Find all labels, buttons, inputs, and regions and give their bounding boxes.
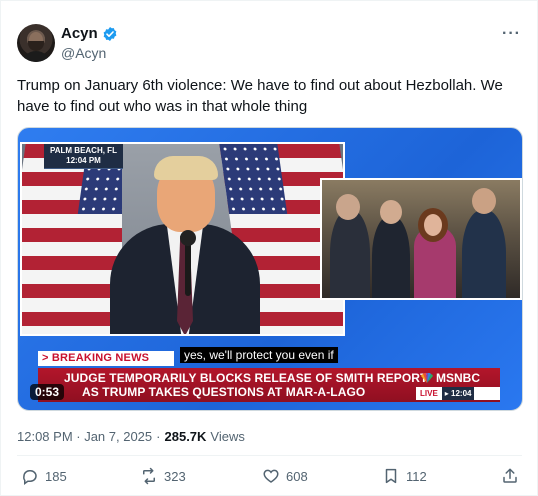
tweet-card: Acyn @Acyn ··· Trump on January 6th viol…: [0, 0, 538, 496]
network-logo: MSNBC: [420, 371, 480, 385]
reply-count: 185: [45, 468, 67, 484]
location-time: 12:04 PM: [66, 156, 101, 165]
peacock-icon: [421, 373, 433, 383]
secondary-video-frame: [320, 178, 522, 300]
repost-button[interactable]: 323: [140, 467, 186, 485]
bookmark-icon: [385, 468, 397, 484]
author-handle[interactable]: @Acyn: [61, 45, 106, 61]
share-button[interactable]: [501, 467, 519, 485]
tweet-timestamp[interactable]: 12:08 PM · Jan 7, 2025: [17, 429, 152, 444]
bookmark-count: 112: [406, 468, 427, 484]
share-icon: [503, 468, 517, 483]
location-place: PALM BEACH, FL: [50, 146, 117, 155]
video-caption: yes, we'll protect you even if: [180, 347, 338, 363]
divider: [17, 455, 522, 456]
author-display-name[interactable]: Acyn: [61, 25, 98, 42]
live-indicator: LIVE ▸ 12:04: [416, 387, 500, 400]
avatar[interactable]: [17, 24, 55, 62]
reply-button[interactable]: 185: [21, 467, 67, 485]
chyron-line-2: AS TRUMP TAKES QUESTIONS AT MAR-A-LAGO: [82, 385, 366, 399]
video-player[interactable]: PALM BEACH, FL 12:04 PM > BREAKING NEWS …: [17, 127, 523, 411]
tweet-text: Trump on January 6th violence: We have t…: [17, 77, 503, 115]
repost-icon: [143, 467, 155, 485]
chyron-line-1: JUDGE TEMPORARILY BLOCKS RELEASE OF SMIT…: [64, 371, 428, 385]
live-time: ▸ 12:04: [441, 387, 475, 400]
network-name: MSNBC: [436, 371, 480, 385]
more-icon[interactable]: ···: [502, 25, 521, 43]
action-bar: 185 323 608 112: [1, 467, 538, 493]
like-count: 608: [286, 468, 308, 484]
reply-icon: [23, 470, 37, 485]
location-box: PALM BEACH, FL 12:04 PM: [44, 144, 123, 169]
verified-badge-icon: [103, 26, 117, 41]
views-label: Views: [210, 429, 245, 444]
video-duration: 0:53: [30, 384, 65, 400]
repost-count: 323: [164, 468, 186, 484]
tweet-meta: 12:08 PM · Jan 7, 2025 · 285.7K Views: [17, 429, 245, 444]
main-video-frame: PALM BEACH, FL 12:04 PM: [20, 142, 345, 336]
live-label: LIVE: [420, 389, 438, 398]
like-button[interactable]: 608: [262, 467, 308, 485]
views-count: 285.7K: [164, 429, 207, 444]
meta-separator: ·: [156, 429, 161, 444]
like-icon: [263, 469, 279, 483]
author-name-row: Acyn: [61, 25, 118, 42]
bookmark-button[interactable]: 112: [382, 467, 427, 485]
breaking-news-label: > BREAKING NEWS: [38, 351, 174, 366]
